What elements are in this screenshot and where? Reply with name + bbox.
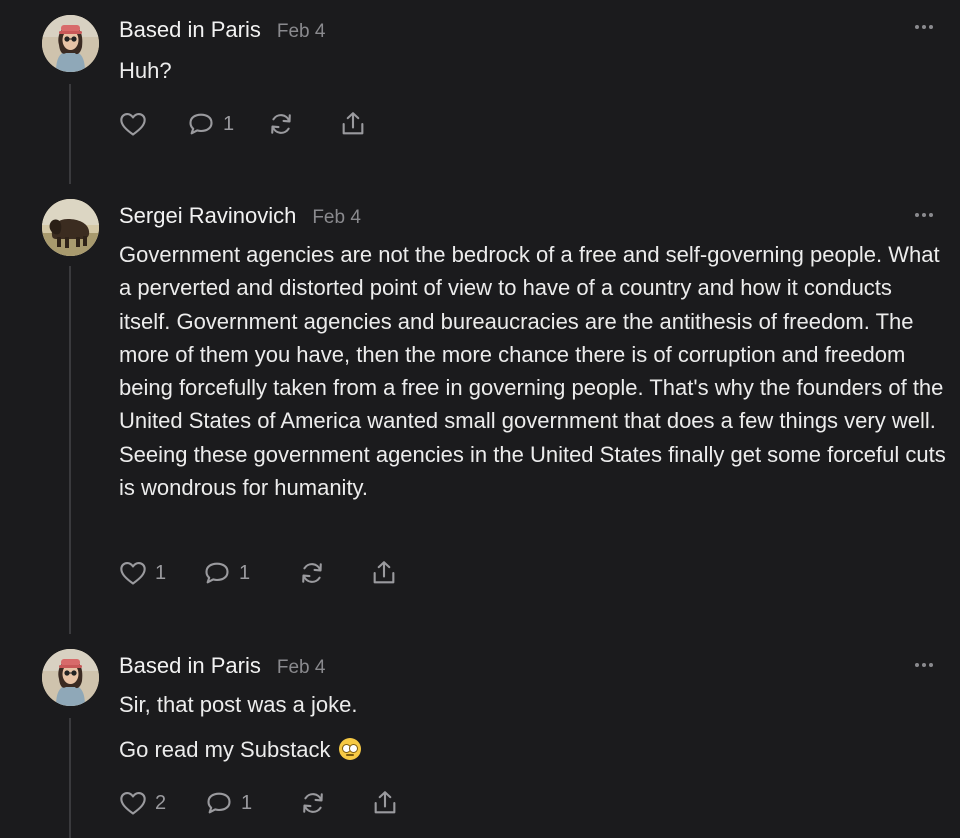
comment-text: Government agencies are not the bedrock … bbox=[119, 242, 946, 501]
action-bar: 1 1 bbox=[119, 559, 398, 587]
restack-icon bbox=[303, 793, 323, 813]
avatar[interactable] bbox=[42, 15, 99, 72]
rolling-eyes-emoji-icon bbox=[338, 738, 361, 761]
comment-icon bbox=[207, 792, 231, 814]
like-button[interactable] bbox=[119, 111, 187, 137]
comment-text: Sir, that post was a joke. bbox=[119, 692, 358, 717]
author-name[interactable]: Based in Paris bbox=[119, 17, 261, 43]
heart-icon bbox=[120, 792, 146, 815]
action-bar: 2 1 bbox=[119, 789, 399, 817]
comment-body: Huh? bbox=[119, 54, 949, 87]
heart-icon bbox=[120, 113, 146, 136]
reply-button[interactable]: 1 bbox=[205, 790, 299, 816]
more-options-icon[interactable] bbox=[914, 212, 934, 218]
avatar-bison-image bbox=[42, 199, 99, 256]
heart-icon bbox=[120, 562, 146, 585]
comment-icon bbox=[189, 113, 213, 135]
comment-text-line: Go read my Substack bbox=[119, 733, 949, 766]
avatar-woman-image bbox=[42, 15, 99, 72]
more-options-icon[interactable] bbox=[914, 24, 934, 30]
restack-button[interactable] bbox=[267, 110, 339, 138]
comment: Sergei Ravinovich Feb 4 Government agenc… bbox=[0, 190, 960, 610]
post-date[interactable]: Feb 4 bbox=[277, 21, 326, 43]
action-bar: 1 bbox=[119, 110, 367, 138]
reply-count: 1 bbox=[239, 561, 251, 584]
share-button[interactable] bbox=[371, 789, 399, 817]
share-button[interactable] bbox=[370, 559, 398, 587]
share-icon bbox=[342, 112, 364, 135]
more-options-icon[interactable] bbox=[914, 662, 934, 668]
restack-icon bbox=[302, 563, 322, 583]
restack-icon bbox=[271, 114, 291, 134]
avatar-woman-image bbox=[42, 649, 99, 706]
comment: Based in Paris Feb 4 Huh? 1 bbox=[0, 0, 960, 180]
comment-text: Go read my Substack bbox=[119, 737, 331, 763]
comment: Based in Paris Feb 4 Sir, that post was … bbox=[0, 640, 960, 838]
like-button[interactable]: 1 bbox=[119, 560, 203, 586]
reply-count: 1 bbox=[223, 112, 235, 135]
avatar[interactable] bbox=[42, 199, 99, 256]
reply-button[interactable]: 1 bbox=[187, 111, 267, 137]
post-date[interactable]: Feb 4 bbox=[277, 657, 326, 679]
share-icon bbox=[374, 791, 396, 814]
author-name[interactable]: Sergei Ravinovich bbox=[119, 203, 296, 229]
reply-button[interactable]: 1 bbox=[203, 560, 298, 586]
comment-body: Government agencies are not the bedrock … bbox=[119, 238, 949, 504]
post-date[interactable]: Feb 4 bbox=[312, 207, 361, 229]
share-icon bbox=[373, 561, 395, 584]
comment-icon bbox=[205, 562, 229, 584]
like-button[interactable]: 2 bbox=[119, 790, 205, 816]
like-count: 2 bbox=[155, 791, 167, 814]
restack-button[interactable] bbox=[298, 559, 370, 587]
avatar[interactable] bbox=[42, 649, 99, 706]
comment-body: Sir, that post was a joke. Go read my Su… bbox=[119, 688, 949, 767]
share-button[interactable] bbox=[339, 110, 367, 138]
author-name[interactable]: Based in Paris bbox=[119, 653, 261, 679]
reply-count: 1 bbox=[241, 791, 253, 814]
restack-button[interactable] bbox=[299, 789, 371, 817]
comment-text: Huh? bbox=[119, 58, 172, 83]
like-count: 1 bbox=[155, 561, 167, 584]
